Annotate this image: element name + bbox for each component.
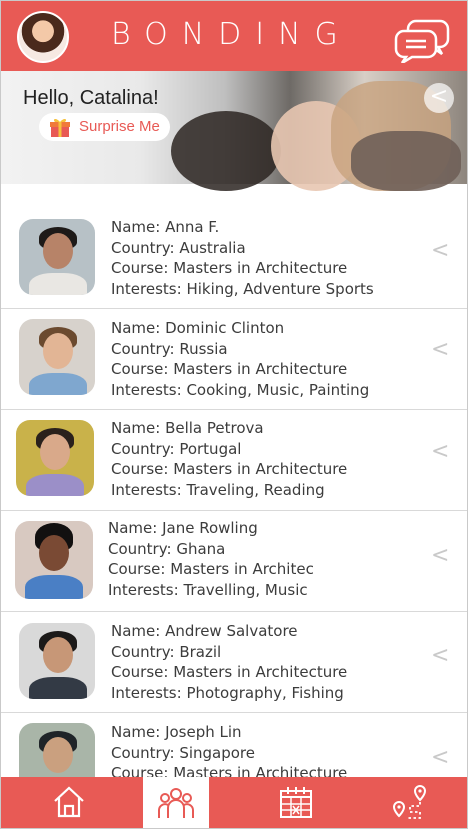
list-item[interactable]: Name: Joseph Lin Country: Singapore Cour… [1,712,467,777]
student-interests: Interests: Hiking, Adventure Sports [111,279,374,298]
profile-photo [15,521,93,599]
chevron-left-icon[interactable]: < [431,545,451,567]
list-item[interactable]: Name: Jane Rowling Country: Ghana Course… [1,510,467,612]
student-country: Country: Portugal [111,439,242,458]
banner-photo-shape [351,131,461,191]
chevron-left-icon[interactable]: < [431,645,451,667]
user-avatar[interactable] [17,11,69,63]
nav-calendar[interactable] [263,777,329,828]
student-info: Name: Jane Rowling Country: Ghana Course… [108,518,408,600]
surprise-me-button[interactable]: Surprise Me [39,113,170,141]
profile-photo [19,723,95,777]
nav-map[interactable] [377,777,443,828]
student-name: Name: Bella Petrova [111,419,264,437]
student-course: Course: Masters in Architecture [111,663,348,681]
student-interests: Interests: Traveling, Reading [111,480,325,499]
list-item[interactable]: Name: Dominic Clinton Country: Russia Co… [1,308,467,410]
student-country: Country: Russia [111,339,228,358]
app-logo: BONDING [111,17,352,52]
student-country: Country: Ghana [108,539,226,558]
profile-photo [19,623,95,699]
home-icon [54,786,84,818]
app-header: BONDING [1,1,467,71]
student-course: Course: Masters in Architecture [111,764,348,777]
student-course: Course: Masters in Architecture [111,360,348,378]
nav-community[interactable] [143,777,209,828]
student-country: Country: Australia [111,238,246,257]
chevron-left-icon[interactable]: < [431,747,451,769]
chat-bubbles-icon[interactable] [394,15,450,63]
student-interests: Interests: Photography, Fishing [111,683,344,702]
list-item[interactable]: Name: Bella Petrova Country: Portugal Co… [1,409,467,511]
surprise-me-label: Surprise Me [79,118,160,135]
calendar-icon [280,787,312,818]
student-course: Course: Masters in Architecture [111,460,348,478]
gift-icon [50,118,70,137]
student-country: Country: Singapore [111,743,255,762]
student-list: Name: Anna F. Country: Australia Course:… [1,207,467,777]
list-item[interactable]: Name: Andrew Salvatore Country: Brazil C… [1,611,467,713]
list-item[interactable]: Name: Anna F. Country: Australia Course:… [1,207,467,309]
student-course: Course: Masters in Architecture [111,259,348,277]
nav-home[interactable] [36,777,102,828]
student-info: Name: Joseph Lin Country: Singapore Cour… [111,722,411,777]
app-frame: BONDING Hello, Catalina! Surprise Me < N… [0,0,468,829]
greeting-text: Hello, Catalina! [23,87,159,109]
student-info: Name: Bella Petrova Country: Portugal Co… [111,418,411,500]
welcome-banner: Hello, Catalina! Surprise Me < [1,71,467,191]
banner-photo-shape [171,111,281,191]
group-icon [158,788,194,818]
student-name: Name: Joseph Lin [111,723,242,741]
chevron-left-icon[interactable]: < [431,240,451,262]
student-course: Course: Masters in Architec [108,560,314,578]
student-interests: Interests: Travelling, Music [108,580,308,599]
profile-photo [19,219,95,295]
student-name: Name: Dominic Clinton [111,319,285,337]
student-country: Country: Brazil [111,642,222,661]
banner-back-button[interactable]: < [424,83,454,113]
student-name: Name: Andrew Salvatore [111,622,298,640]
student-info: Name: Anna F. Country: Australia Course:… [111,217,411,299]
profile-photo [16,420,94,496]
student-info: Name: Andrew Salvatore Country: Brazil C… [111,621,411,703]
student-name: Name: Jane Rowling [108,519,258,537]
map-route-icon [392,784,427,819]
chevron-left-icon[interactable]: < [431,339,451,361]
profile-photo [19,319,95,395]
student-interests: Interests: Cooking, Music, Painting [111,380,370,399]
student-name: Name: Anna F. [111,218,220,236]
student-info: Name: Dominic Clinton Country: Russia Co… [111,318,411,400]
bottom-navigation [1,777,467,828]
chevron-left-icon[interactable]: < [431,441,451,463]
